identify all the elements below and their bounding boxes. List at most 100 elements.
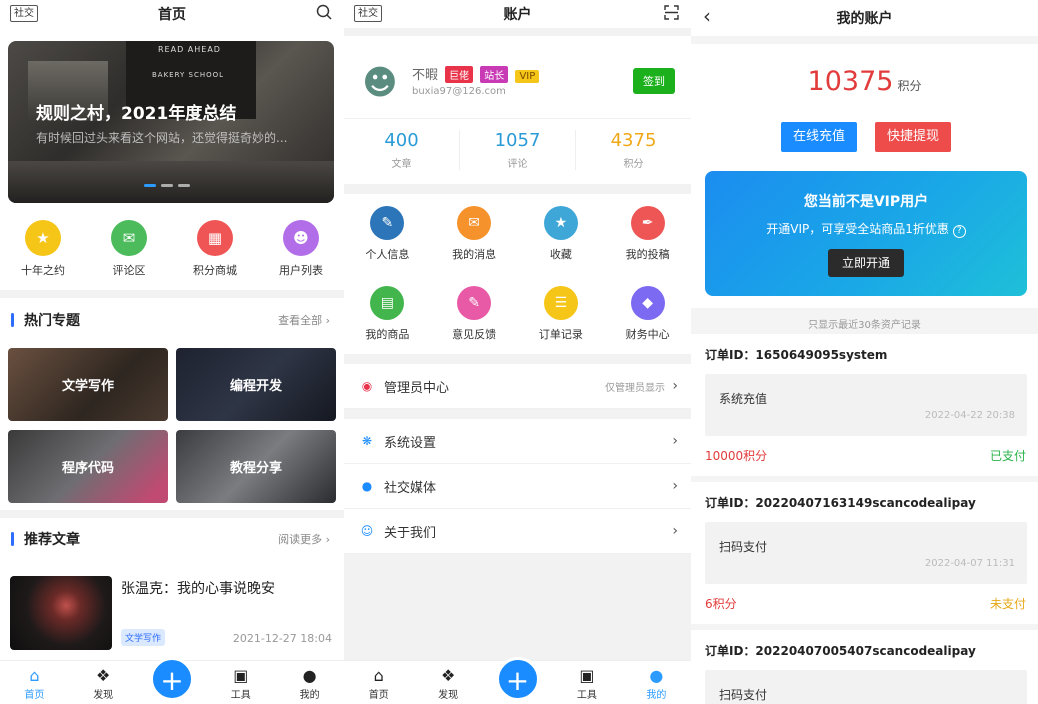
account-screen: 社交 账户 ☻ 不暇 巨佬 站长 VIP buxia97@126.com 签到 … (344, 0, 691, 704)
quick-link-users[interactable]: ☻ 用户列表 (258, 220, 344, 278)
plus-icon: + (495, 657, 540, 701)
records-note: 只显示最近30条资产记录 (808, 320, 921, 331)
quick-link-shop[interactable]: ▦ 积分商城 (172, 220, 258, 278)
chevron-right-icon: › (672, 378, 678, 394)
article-thumbnail[interactable] (10, 576, 112, 650)
bottom-tabbar: ⌂ 首页 ❖ 发现 + ▣ 工具 ● 我的 (0, 657, 344, 704)
menu-goods[interactable]: ▤ 我的商品 (344, 286, 431, 342)
stat-comments[interactable]: 1057 评论 (460, 130, 576, 170)
article-title[interactable]: 张温克：我的心事说晚安 (121, 578, 275, 598)
tab-discover[interactable]: ❖ 发现 (69, 661, 138, 704)
view-all-link[interactable]: 查看全部 › (278, 312, 330, 328)
menu-profile[interactable]: ✎ 个人信息 (344, 206, 431, 262)
points-display: 10375 积分 (807, 66, 922, 97)
menu-favorites[interactable]: ★ 收藏 (518, 206, 605, 262)
tab-mine[interactable]: ● 我的 (622, 661, 691, 704)
topic-code[interactable]: 程序代码 (8, 430, 168, 503)
tab-tools[interactable]: ▣ 工具 (206, 661, 275, 704)
article-category-tag[interactable]: 文学写作 (121, 629, 166, 646)
account-header: 社交 账户 (344, 0, 691, 28)
topic-writing[interactable]: 文学写作 (8, 348, 168, 421)
tab-publish[interactable]: + (483, 657, 552, 704)
menu-submissions[interactable]: ✒ 我的投稿 (604, 206, 691, 262)
info-icon: ? (952, 225, 966, 238)
user-icon: ☻ (283, 220, 319, 256)
trophy-icon: ★ (25, 220, 61, 256)
page-title: 账户 (503, 7, 532, 23)
stat-articles[interactable]: 400 文章 (344, 130, 460, 170)
menu-finance[interactable]: ◆ 财务中心 (604, 286, 691, 342)
tab-home[interactable]: ⌂ 首页 (344, 661, 413, 704)
vip-title: 您当前不是VIP用户 (803, 194, 929, 210)
withdraw-button[interactable]: 快捷提现 (875, 122, 951, 152)
pen-icon: ✒ (630, 206, 665, 240)
compass-icon: ❖ (440, 666, 456, 685)
vip-promo-card: 您当前不是VIP用户 开通VIP，可享受全站商品1折优惠 ? 立即开通 (705, 171, 1027, 296)
scan-icon[interactable] (664, 5, 679, 20)
banner-sign: READ AHEAD (158, 45, 221, 54)
order-detail[interactable]: 系统充值 2022-04-22 20:38 (705, 374, 1027, 436)
topic-programming[interactable]: 编程开发 (176, 348, 336, 421)
tab-home[interactable]: ⌂ 首页 (0, 661, 69, 704)
admin-center-row[interactable]: ◉ 管理员中心 仅管理员显示 › (344, 364, 691, 409)
order-record: 订单ID：1650649095system 系统充值 2022-04-22 20… (691, 334, 1038, 476)
chevron-right-icon: › (672, 433, 678, 449)
diamond-icon: ◆ (630, 286, 665, 320)
shop-icon: ▦ (197, 220, 233, 256)
palette-icon: ◉ (361, 379, 373, 393)
topic-tutorial[interactable]: 教程分享 (176, 430, 336, 503)
vip-open-button[interactable]: 立即开通 (828, 249, 904, 277)
tab-mine[interactable]: ● 我的 (275, 661, 344, 704)
order-amount: 6积分 (705, 597, 737, 611)
menu-orders[interactable]: ☰ 订单记录 (518, 286, 605, 342)
tab-discover[interactable]: ❖ 发现 (413, 661, 482, 704)
checkin-button[interactable]: 签到 (633, 68, 675, 94)
badge-master: 巨佬 (445, 66, 474, 83)
user-email: buxia97@126.com (412, 86, 506, 97)
goods-icon: ▤ (370, 286, 405, 320)
chevron-right-icon: › (672, 478, 678, 494)
back-icon[interactable]: ‹ (703, 4, 711, 28)
menu-messages[interactable]: ✉ 我的消息 (431, 206, 518, 262)
about-row[interactable]: ☺ 关于我们 › (344, 509, 691, 554)
stat-points[interactable]: 4375 积分 (576, 130, 691, 170)
quick-link-ten-year[interactable]: ★ 十年之约 (0, 220, 86, 278)
social-tag[interactable]: 社交 (354, 5, 382, 22)
order-status: 已支付 (989, 449, 1026, 463)
settings-row[interactable]: ❋ 系统设置 › (344, 419, 691, 464)
read-more-link[interactable]: 阅读更多 › (278, 531, 330, 547)
my-account-header: ‹ 我的账户 (691, 0, 1038, 36)
order-amount: 10000积分 (705, 449, 768, 463)
avatar[interactable]: ☻ (360, 58, 400, 108)
order-status: 未支付 (989, 597, 1026, 611)
chevron-right-icon: › (672, 523, 678, 539)
social-tag[interactable]: 社交 (10, 5, 38, 22)
page-title: 首页 (158, 7, 186, 23)
badge-vip: VIP (515, 70, 540, 83)
social-media-row[interactable]: ● 社交媒体 › (344, 464, 691, 509)
featured-banner[interactable]: READ AHEAD BAKERY SCHOOL 规则之村，2021年度总结 有… (8, 41, 334, 203)
menu-feedback[interactable]: ✎ 意见反馈 (431, 286, 518, 342)
social-icon: ● (361, 479, 373, 493)
recommended-header: 推荐文章 阅读更多 › (0, 527, 344, 551)
edit-icon: ✎ (370, 206, 405, 240)
quick-link-comments[interactable]: ✉ 评论区 (86, 220, 172, 278)
hot-topics-title: 热门专题 (24, 313, 80, 329)
person-icon: ● (649, 666, 664, 685)
about-icon: ☺ (360, 524, 374, 538)
page-title: 我的账户 (836, 11, 893, 27)
search-icon[interactable] (316, 4, 332, 20)
user-name-row: 不暇 巨佬 站长 VIP (412, 64, 540, 83)
tab-publish[interactable]: + (138, 657, 207, 704)
banner-pagination[interactable] (144, 184, 190, 187)
banner-title: 规则之村，2021年度总结 (36, 104, 237, 124)
order-record: 订单ID：20220407005407scancodealipay 扫码支付 (691, 630, 1038, 704)
tab-tools[interactable]: ▣ 工具 (552, 661, 621, 704)
star-icon: ★ (543, 206, 578, 240)
order-icon: ☰ (543, 286, 578, 320)
order-detail[interactable]: 扫码支付 2022-04-07 11:31 (705, 522, 1027, 584)
hot-topics-header: 热门专题 查看全部 › (0, 308, 344, 332)
recharge-button[interactable]: 在线充值 (781, 122, 857, 152)
feature-menu: ✎ 个人信息 ✉ 我的消息 ★ 收藏 ✒ 我的投稿 ▤ 我的商品 ✎ 意见反馈 ☰ 订单记录 … (344, 194, 691, 354)
order-detail[interactable]: 扫码支付 (705, 670, 1027, 704)
